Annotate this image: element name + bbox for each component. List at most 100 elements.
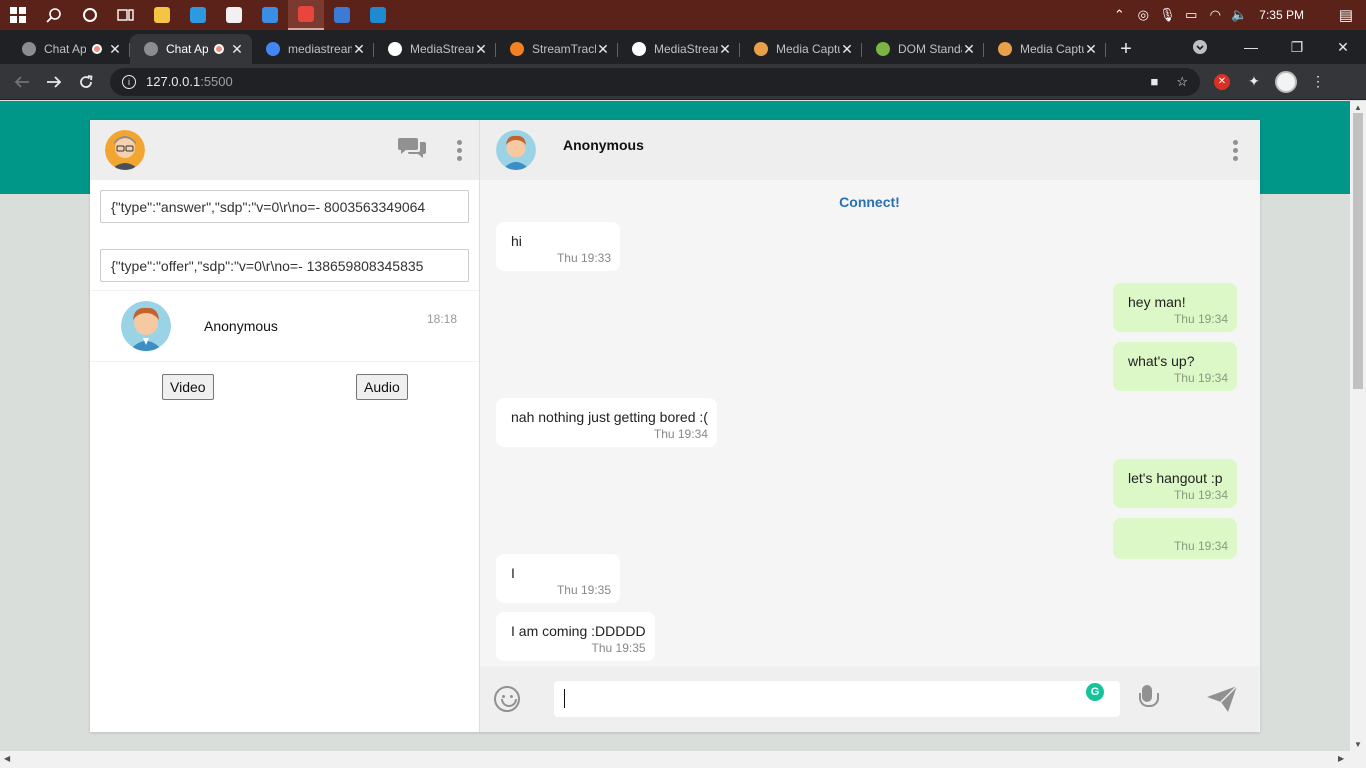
message-text: I: [511, 565, 515, 581]
windows-start-icon[interactable]: [0, 0, 36, 30]
mail-app[interactable]: [252, 0, 288, 30]
scroll-down-arrow-icon[interactable]: ▼: [1354, 740, 1362, 749]
message-text: let's hangout :p: [1128, 470, 1223, 486]
chevron-up-icon[interactable]: ⌃: [1107, 7, 1131, 23]
minimize-window-icon[interactable]: —: [1228, 30, 1274, 64]
chrome-menu-icon[interactable]: ⋮: [1302, 73, 1334, 90]
emoji-icon[interactable]: [494, 686, 520, 712]
vertical-scrollbar[interactable]: ▲ ▼: [1350, 101, 1366, 751]
incoming-message: nah nothing just getting bored :(Thu 19:…: [496, 398, 717, 447]
browser-tab[interactable]: Media Capture✕: [984, 34, 1106, 64]
recording-indicator-icon: [214, 44, 224, 54]
url-host: 127.0.0.1: [146, 74, 201, 89]
site-info-icon[interactable]: i: [122, 74, 136, 89]
sdp-offer-field[interactable]: {"type":"offer","sdp":"v=0\r\no=- 138659…: [100, 249, 469, 282]
battery-icon[interactable]: ▭: [1179, 7, 1203, 23]
sidebar-menu-icon[interactable]: [454, 139, 464, 161]
message-time: Thu 19:34: [1173, 371, 1228, 385]
close-window-icon[interactable]: ✕: [1320, 30, 1366, 64]
voice-record-icon[interactable]: [1138, 685, 1159, 713]
tab-title: DOM Standard: [898, 42, 962, 56]
grammarly-icon[interactable]: G: [1086, 683, 1104, 701]
message-time: Thu 19:34: [1173, 312, 1228, 326]
store-app[interactable]: [216, 0, 252, 30]
video-call-button[interactable]: Video: [162, 374, 214, 400]
tab-title: Media Capture: [1020, 42, 1084, 56]
tab-title: Chat App: [166, 42, 208, 56]
back-icon[interactable]: [6, 66, 38, 98]
message-text: what's up?: [1128, 353, 1195, 369]
vertical-scroll-thumb[interactable]: [1353, 113, 1363, 389]
taskbar-clock[interactable]: 7:35 PM: [1259, 8, 1304, 22]
browser-tab[interactable]: DOM Standard✕: [862, 34, 984, 64]
camera-in-use-icon[interactable]: ■: [1150, 74, 1158, 89]
tab-close-icon[interactable]: ✕: [108, 41, 122, 58]
meet-now-icon[interactable]: ◎: [1131, 7, 1155, 23]
tab-close-icon[interactable]: ✕: [840, 41, 854, 58]
microphone-icon[interactable]: 🎙: [1155, 7, 1179, 23]
profile-avatar-icon[interactable]: [1270, 70, 1302, 93]
browser-tab[interactable]: MediaStream✕: [618, 34, 740, 64]
message-text: nah nothing just getting bored :(: [511, 409, 708, 425]
browser-tab[interactable]: Media Capture✕: [740, 34, 862, 64]
volume-icon[interactable]: 🔈: [1227, 7, 1251, 23]
browser-tab[interactable]: Chat App ✕: [130, 34, 252, 64]
tab-close-icon[interactable]: ✕: [1084, 41, 1098, 58]
user-avatar[interactable]: [105, 130, 145, 170]
restore-window-icon[interactable]: ❐: [1274, 30, 1320, 64]
sdp-answer-field[interactable]: {"type":"answer","sdp":"v=0\r\no=- 80035…: [100, 190, 469, 223]
extensions-puzzle-icon[interactable]: ✦: [1238, 73, 1270, 90]
browser-tab[interactable]: mediastream ✕: [252, 34, 374, 64]
bookmark-star-icon[interactable]: ☆: [1176, 74, 1188, 90]
browser-tab[interactable]: Chat App ✕: [8, 34, 130, 64]
tab-favicon-icon: [266, 42, 280, 56]
tab-close-icon[interactable]: ✕: [474, 41, 488, 58]
tab-search-icon[interactable]: [1182, 30, 1218, 64]
notification-icon[interactable]: ▤: [1326, 6, 1366, 24]
tab-close-icon[interactable]: ✕: [718, 41, 732, 58]
wifi-icon[interactable]: ◠: [1203, 7, 1227, 23]
incoming-message: I am coming :DDDDD Thu 19:35: [496, 612, 655, 661]
cortana-icon[interactable]: [72, 0, 108, 30]
contact-list-item[interactable]: Anonymous 18:18: [90, 290, 479, 362]
tab-close-icon[interactable]: ✕: [352, 41, 366, 58]
edge-app[interactable]: [180, 0, 216, 30]
scroll-left-arrow-icon[interactable]: ◀: [4, 754, 10, 763]
chrome-app[interactable]: [288, 0, 324, 30]
browser-tab[interactable]: StreamTrack ✕: [496, 34, 618, 64]
message-input[interactable]: G: [554, 681, 1120, 717]
connect-link[interactable]: Connect!: [480, 194, 1259, 210]
outgoing-message: Thu 19:34: [1113, 518, 1237, 559]
message-list[interactable]: Connect! hi Thu 19:33 hey man! Thu 19:34 wha…: [480, 180, 1259, 666]
audio-call-button[interactable]: Audio: [356, 374, 408, 400]
contact-header-avatar[interactable]: [496, 130, 536, 170]
chat-bubbles-icon[interactable]: [398, 136, 426, 164]
call-buttons-row: Video Audio: [90, 362, 479, 412]
edge-icon: [190, 7, 206, 23]
reload-icon[interactable]: [70, 66, 102, 98]
forward-icon[interactable]: [38, 66, 70, 98]
tab-close-icon[interactable]: ✕: [596, 41, 610, 58]
tab-title: Chat App: [44, 42, 86, 56]
notepad-app[interactable]: [324, 0, 360, 30]
scroll-right-arrow-icon[interactable]: ▶: [1338, 754, 1344, 763]
chat-app-container: {"type":"answer","sdp":"v=0\r\no=- 80035…: [90, 120, 1260, 732]
tab-close-icon[interactable]: ✕: [962, 41, 976, 58]
horizontal-scrollbar[interactable]: ◀ ▶: [0, 751, 1366, 768]
ad-blocker-extension-icon[interactable]: ✕: [1206, 73, 1238, 90]
send-icon[interactable]: [1206, 685, 1238, 713]
tab-favicon-icon: [388, 42, 402, 56]
search-icon[interactable]: [36, 0, 72, 30]
address-bar[interactable]: i 127.0.0.1:5500 ■ ☆: [110, 67, 1200, 96]
tab-favicon-icon: [632, 42, 646, 56]
vscode-app[interactable]: [360, 0, 396, 30]
message-time: Thu 19:35: [556, 583, 611, 597]
tab-close-icon[interactable]: ✕: [230, 41, 244, 58]
message-composer: G: [480, 666, 1259, 732]
conversation-menu-icon[interactable]: [1230, 139, 1240, 161]
new-tab-button[interactable]: +: [1106, 34, 1146, 64]
task-view-icon[interactable]: [108, 0, 144, 30]
browser-tab[interactable]: MediaStream✕: [374, 34, 496, 64]
file-explorer-app[interactable]: [144, 0, 180, 30]
scroll-up-arrow-icon[interactable]: ▲: [1354, 103, 1362, 112]
